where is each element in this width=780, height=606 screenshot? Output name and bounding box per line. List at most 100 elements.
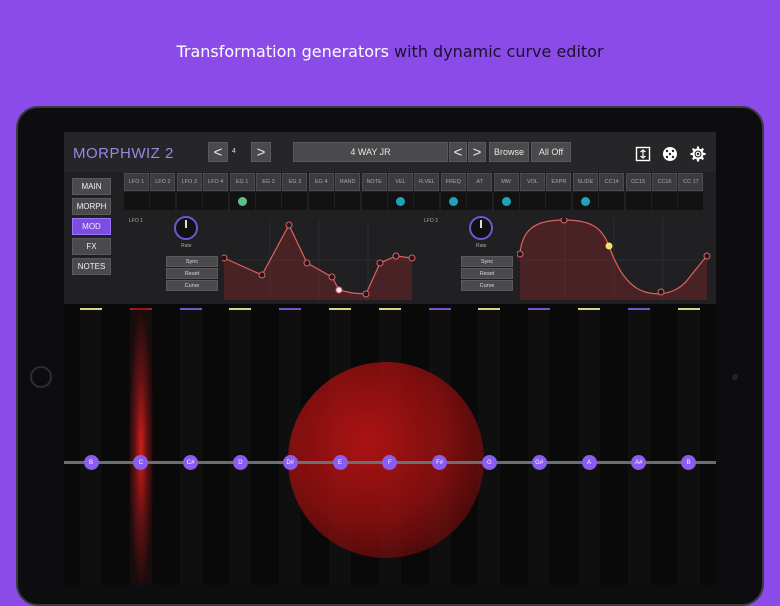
- mod-source-slot[interactable]: [652, 192, 677, 210]
- key-lane[interactable]: [80, 308, 102, 585]
- mod-source-slot[interactable]: [678, 192, 704, 210]
- lfo2-curve-editor[interactable]: [517, 218, 712, 300]
- mod-source-slot[interactable]: [520, 192, 545, 210]
- mod-source-cc14[interactable]: CC14: [599, 173, 625, 210]
- mod-source-slot[interactable]: [467, 192, 493, 210]
- mod-source-slot[interactable]: [176, 192, 202, 210]
- lfo1-reset-button[interactable]: Reset: [166, 268, 218, 279]
- lfo1-curve-button[interactable]: Curve: [166, 280, 218, 291]
- mod-source-slot[interactable]: [440, 192, 466, 210]
- note-button[interactable]: D: [232, 455, 248, 470]
- mod-source-eg-1[interactable]: EG 1: [229, 173, 255, 210]
- mod-source-slot[interactable]: [150, 192, 176, 210]
- caption: Transformation generators with dynamic c…: [0, 42, 780, 61]
- note-keyboard[interactable]: B C C# D D# E F F# G G# A A# B: [64, 304, 716, 585]
- lfo2-sync-button[interactable]: Sync: [461, 256, 513, 267]
- mod-active-indicator: [501, 196, 511, 206]
- mod-source-slot[interactable]: [335, 192, 361, 210]
- lfo2-curve-button[interactable]: Curve: [461, 280, 513, 291]
- dice-icon[interactable]: [661, 145, 679, 163]
- key-lane[interactable]: [677, 308, 700, 585]
- mod-source-lfo-1[interactable]: LFO 1: [124, 173, 149, 210]
- mod-source-r-vel[interactable]: R.VEL: [414, 173, 440, 210]
- mod-source-slot[interactable]: [388, 192, 413, 210]
- browse-button[interactable]: Browse: [489, 142, 529, 162]
- key-cap: [80, 308, 102, 310]
- mod-source-slot[interactable]: [546, 192, 572, 210]
- mod-source-slot[interactable]: [256, 192, 281, 210]
- lfo1-sync-button[interactable]: Sync: [166, 256, 218, 267]
- nav-main[interactable]: MAIN: [72, 178, 111, 195]
- mod-panel: MAIN MORPH MOD FX NOTES LFO 1 LFO 2 LFO 3 LFO 4…: [64, 172, 716, 304]
- lfo1-curve-editor[interactable]: [222, 220, 417, 300]
- lfo1-label: LFO 1: [129, 218, 143, 224]
- mod-source-vel[interactable]: VEL: [388, 173, 413, 210]
- mod-source-expr[interactable]: EXPR: [546, 173, 572, 210]
- mod-source-mw[interactable]: MW: [493, 173, 519, 210]
- note-button[interactable]: A: [581, 455, 597, 470]
- mod-source-eg-4[interactable]: EG 4: [308, 173, 334, 210]
- key-lane[interactable]: [179, 308, 202, 585]
- preset-next-button[interactable]: >: [468, 142, 486, 162]
- all-off-button[interactable]: All Off: [531, 142, 571, 162]
- mod-source-label: FREQ: [440, 173, 466, 191]
- mod-source-slide[interactable]: SLIDE: [572, 173, 598, 210]
- mod-source-slot[interactable]: [229, 192, 255, 210]
- mod-source-eg-3[interactable]: EG 3: [282, 173, 308, 210]
- expand-icon[interactable]: [634, 145, 652, 163]
- key-glow: [129, 308, 153, 585]
- nav-fx[interactable]: FX: [72, 238, 111, 255]
- note-button[interactable]: G#: [531, 455, 547, 470]
- lfo2-rate-knob[interactable]: [469, 216, 493, 240]
- note-button[interactable]: C#: [183, 455, 199, 470]
- mod-source-lfo-4[interactable]: LFO 4: [203, 173, 229, 210]
- note-button[interactable]: D#: [282, 455, 298, 470]
- mod-source-vol[interactable]: VOL: [520, 173, 545, 210]
- nav-notes[interactable]: NOTES: [72, 258, 111, 275]
- note-button[interactable]: B: [681, 455, 697, 470]
- mod-source-slot[interactable]: [599, 192, 625, 210]
- home-button[interactable]: [30, 366, 52, 388]
- mod-source-slot[interactable]: [203, 192, 229, 210]
- mod-source-lfo-2[interactable]: LFO 2: [150, 173, 176, 210]
- mod-source-slot[interactable]: [361, 192, 387, 210]
- next-button[interactable]: >: [251, 142, 271, 162]
- mod-source-cc15[interactable]: CC15: [625, 173, 651, 210]
- note-button[interactable]: B: [83, 455, 99, 470]
- key-lane[interactable]: [627, 308, 650, 585]
- mod-source-note[interactable]: NOTE: [361, 173, 387, 210]
- mod-source-slot[interactable]: [625, 192, 651, 210]
- note-button[interactable]: G: [481, 455, 497, 470]
- lfo2-reset-button[interactable]: Reset: [461, 268, 513, 279]
- mod-source-at[interactable]: AT: [467, 173, 493, 210]
- lfo1-rate-knob[interactable]: [174, 216, 198, 240]
- mod-source-slot[interactable]: [414, 192, 440, 210]
- mod-source-cc16[interactable]: CC16: [652, 173, 677, 210]
- key-cap: [677, 308, 700, 310]
- mod-source-slot[interactable]: [282, 192, 308, 210]
- note-button[interactable]: E: [332, 455, 348, 470]
- nav-mod[interactable]: MOD: [72, 218, 111, 235]
- mod-source-freq[interactable]: FREQ: [440, 173, 466, 210]
- preset-prev-button[interactable]: <: [449, 142, 467, 162]
- gear-icon[interactable]: [689, 145, 707, 163]
- app-title: MORPHWIZ 2: [73, 145, 174, 162]
- mod-source-label: LFO 4: [203, 173, 229, 191]
- key-cap: [279, 308, 302, 310]
- mod-source-slot[interactable]: [493, 192, 519, 210]
- mod-source-slot[interactable]: [572, 192, 598, 210]
- note-button[interactable]: F#: [432, 455, 448, 470]
- mod-source-label: EG 2: [256, 173, 281, 191]
- mod-source-lfo-3[interactable]: LFO 3: [176, 173, 202, 210]
- mod-source-cc-17[interactable]: CC 17: [678, 173, 704, 210]
- mod-source-slot[interactable]: [308, 192, 334, 210]
- mod-source-slot[interactable]: [124, 192, 149, 210]
- mod-source-eg-2[interactable]: EG 2: [256, 173, 281, 210]
- prev-button[interactable]: <: [208, 142, 228, 162]
- mod-source-rand[interactable]: RAND: [335, 173, 361, 210]
- key-lane[interactable]: [528, 308, 551, 585]
- key-lane[interactable]: [578, 308, 600, 585]
- key-lane[interactable]: [229, 308, 252, 585]
- preset-name-field[interactable]: 4 WAY JR: [293, 142, 448, 162]
- nav-morph[interactable]: MORPH: [72, 198, 111, 215]
